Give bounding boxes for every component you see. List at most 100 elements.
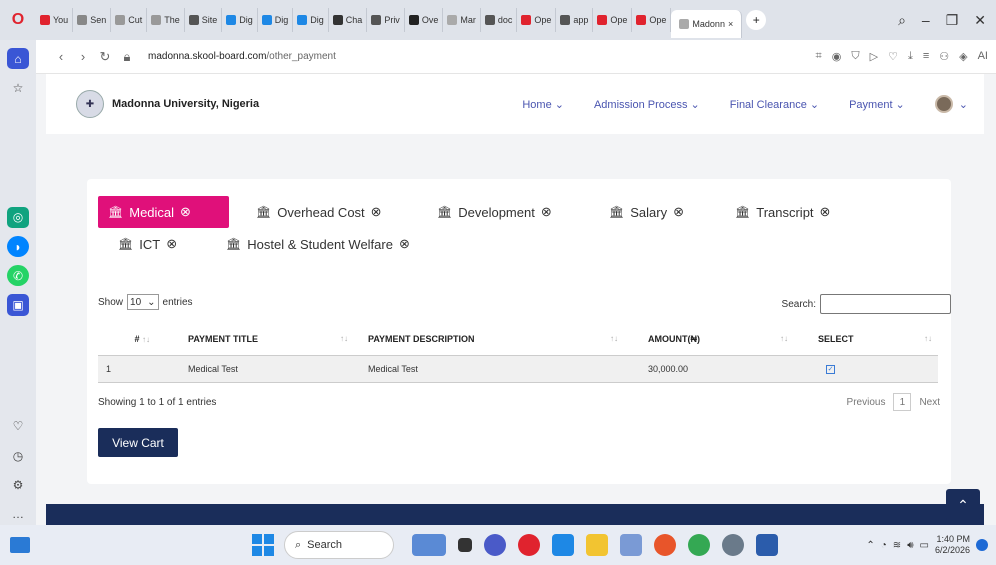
wallet-icon[interactable]: ▣ <box>7 294 29 316</box>
page-1-button[interactable]: 1 <box>893 393 912 411</box>
close-icon[interactable]: ⊗ <box>166 236 177 252</box>
browser-tab[interactable]: Cha <box>329 8 368 32</box>
avatar[interactable] <box>934 95 953 113</box>
col-amount[interactable]: AMOUNT(₦) ↑↓ <box>618 324 788 356</box>
firefox-icon[interactable] <box>654 534 676 556</box>
nav-final-clearance[interactable]: Final Clearance ⌄ <box>730 98 819 111</box>
close-icon[interactable]: ⊗ <box>673 204 684 220</box>
heart-icon[interactable]: ♡ <box>888 50 898 63</box>
browser-tab[interactable]: Sen <box>73 8 112 32</box>
browser-tab[interactable]: Cut <box>111 8 148 32</box>
close-window-icon[interactable]: ✕ <box>974 12 986 29</box>
opera-menu-icon[interactable]: O <box>0 0 36 40</box>
tab-salary[interactable]: 🏛︎ Salary ⊗ <box>599 196 694 228</box>
profile-icon[interactable]: ⚇ <box>939 50 949 63</box>
chatgpt-icon[interactable]: ◎ <box>7 206 29 228</box>
tab-transcript[interactable]: 🏛︎ Transcript ⊗ <box>725 196 840 228</box>
url-field[interactable]: madonna.skool-board.com/other_payment <box>148 51 336 62</box>
user-menu[interactable]: ⌄ <box>934 95 968 113</box>
wifi-icon[interactable]: ≋ <box>893 540 901 551</box>
browser-tab[interactable]: Dig <box>293 8 329 32</box>
heart-icon[interactable]: ♡ <box>7 416 29 437</box>
widgets-icon[interactable] <box>10 537 30 553</box>
close-icon[interactable]: ⊗ <box>399 236 410 252</box>
settings-icon[interactable]: ⚙ <box>7 474 29 495</box>
chevron-up-icon[interactable]: ⌃ <box>866 540 874 551</box>
vscode-icon[interactable] <box>552 534 574 556</box>
browser-tab[interactable]: You <box>36 8 74 32</box>
col-payment-description[interactable]: PAYMENT DESCRIPTION ↑↓ <box>348 324 618 356</box>
close-icon[interactable]: ⊗ <box>371 204 382 220</box>
browser-tab[interactable]: app <box>556 8 594 32</box>
send-icon[interactable]: ▷ <box>870 50 878 63</box>
browser-tab[interactable]: Ope <box>517 8 557 32</box>
ai-button[interactable]: AI <box>978 50 988 63</box>
col-select[interactable]: SELECT ↑↓ <box>788 324 938 356</box>
nav-payment[interactable]: Payment ⌄ <box>849 98 905 111</box>
tab-overhead-cost[interactable]: 🏛︎ Overhead Cost ⊗ <box>246 196 392 228</box>
next-button[interactable]: Next <box>919 397 940 408</box>
entries-select[interactable]: 10 ⌄ <box>127 294 159 310</box>
view-cart-button[interactable]: View Cart <box>98 428 178 457</box>
whatsapp-icon[interactable]: ✆ <box>7 265 29 287</box>
search-input[interactable] <box>820 294 951 314</box>
select-checkbox[interactable]: ✓ <box>826 365 835 374</box>
network-icon[interactable]: ◔ <box>881 540 887 551</box>
settings-icon[interactable] <box>722 534 744 556</box>
col-payment-title[interactable]: PAYMENT TITLE ↑↓ <box>158 324 348 356</box>
taskbar-search[interactable]: ⌕ Search <box>284 531 394 559</box>
tab-ict[interactable]: 🏛︎ ICT ⊗ <box>108 228 187 260</box>
file-explorer-icon[interactable] <box>586 534 608 556</box>
camera-icon[interactable]: ◉ <box>832 50 842 63</box>
bookmark-star-icon[interactable]: ☆ <box>7 77 29 98</box>
browser-tab[interactable]: Ove <box>405 8 444 32</box>
battery-icon[interactable]: ▭ <box>920 540 929 551</box>
nav-admission-process[interactable]: Admission Process ⌄ <box>594 98 700 111</box>
notepad-icon[interactable] <box>620 534 642 556</box>
reload-icon[interactable]: ↻ <box>94 49 116 65</box>
notification-badge[interactable] <box>976 539 988 551</box>
chat-icon[interactable] <box>484 534 506 556</box>
snapshot-icon[interactable]: ⌗ <box>816 50 822 63</box>
browser-tab[interactable]: Ope <box>593 8 633 32</box>
clock[interactable]: 1:40 PM 6/2/2026 <box>935 534 970 556</box>
home-icon[interactable]: ⌂ <box>7 48 29 70</box>
task-view-icon[interactable] <box>458 538 472 552</box>
back-to-top-button[interactable]: ⌃ <box>946 489 980 521</box>
history-icon[interactable]: ◷ <box>7 445 29 466</box>
browser-tab[interactable]: Dig <box>222 8 258 32</box>
previous-button[interactable]: Previous <box>847 397 886 408</box>
close-icon[interactable]: ⊗ <box>820 204 831 220</box>
word-icon[interactable] <box>756 534 778 556</box>
browser-tab[interactable]: The <box>147 8 185 32</box>
minimize-icon[interactable]: – <box>922 12 930 29</box>
maximize-icon[interactable]: ❐ <box>946 12 959 29</box>
tab-development[interactable]: 🏛︎ Development ⊗ <box>427 196 562 228</box>
copilot-icon[interactable] <box>412 534 446 556</box>
start-button[interactable] <box>252 534 274 556</box>
shield-icon[interactable]: ⛉ <box>851 50 859 63</box>
browser-tab-active[interactable]: Madonn × <box>671 10 743 38</box>
browser-tab[interactable]: Priv <box>367 8 405 32</box>
tab-hostel-student-welfare[interactable]: 🏛︎ Hostel & Student Welfare ⊗ <box>216 228 420 260</box>
col-number[interactable]: # ↑↓ <box>98 324 158 356</box>
more-icon[interactable]: … <box>7 504 29 525</box>
browser-tab[interactable]: Dig <box>258 8 294 32</box>
opera-icon[interactable] <box>518 534 540 556</box>
university-name[interactable]: Madonna University, Nigeria <box>112 98 259 110</box>
volume-icon[interactable]: 🔊︎ <box>907 540 913 551</box>
nav-home[interactable]: Home ⌄ <box>522 98 564 111</box>
close-icon[interactable]: ⊗ <box>180 204 191 220</box>
messenger-icon[interactable]: ◗ <box>7 235 29 258</box>
browser-tab[interactable]: Mar <box>443 8 481 32</box>
close-icon[interactable]: ⊗ <box>541 204 552 220</box>
tab-medical[interactable]: 🏛︎ Medical ⊗ <box>98 196 229 228</box>
menu-icon[interactable]: ≡ <box>923 50 929 63</box>
new-tab-icon[interactable]: + <box>746 10 767 30</box>
browser-tab[interactable]: Ope <box>632 8 672 32</box>
download-icon[interactable]: ⤓ <box>908 50 913 63</box>
chrome-icon[interactable] <box>688 534 710 556</box>
search-tabs-icon[interactable]: ⌕ <box>898 12 906 29</box>
forward-icon[interactable]: › <box>72 49 94 64</box>
close-icon[interactable]: × <box>728 19 733 29</box>
